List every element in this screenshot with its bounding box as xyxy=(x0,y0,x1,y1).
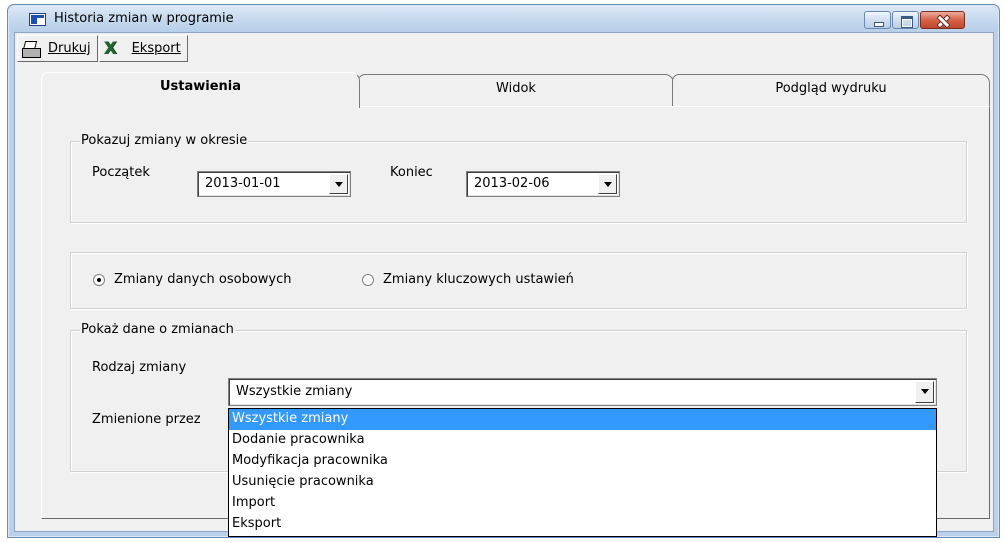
excel-icon: X xyxy=(103,38,117,59)
radio-key-settings-circle[interactable] xyxy=(362,273,374,286)
end-date-combo[interactable]: 2013-02-06 xyxy=(466,171,620,197)
dropdown-option-modify-employee[interactable]: Modyfikacja pracownika xyxy=(229,451,936,472)
title-bar[interactable]: Historia zmian w programie xyxy=(9,6,998,32)
window-title: Historia zmian w programie xyxy=(54,11,234,26)
dropdown-option-add-employee[interactable]: Dodanie pracownika xyxy=(229,430,936,451)
tab-view[interactable]: Widok xyxy=(358,74,674,106)
printer-icon xyxy=(22,41,41,58)
change-type-combo[interactable]: Wszystkie zmiany xyxy=(228,378,937,406)
end-date-label: Koniec xyxy=(390,165,433,180)
change-scope-group: Zmiany danych osobowych Zmiany kluczowyc… xyxy=(70,252,967,309)
dropdown-option-export[interactable]: Eksport xyxy=(229,514,936,535)
radio-personal-data-label: Zmiany danych osobowych xyxy=(114,272,292,287)
radio-key-settings-changes[interactable]: Zmiany kluczowych ustawień xyxy=(362,272,574,287)
export-button[interactable]: X Eksport xyxy=(98,35,188,62)
minimize-button[interactable] xyxy=(864,11,891,29)
dropdown-option-all-changes[interactable]: Wszystkie zmiany xyxy=(229,409,936,430)
end-date-dropdown-arrow[interactable] xyxy=(598,174,617,194)
toolbar: Drukuj X Eksport xyxy=(17,35,188,62)
print-button[interactable]: Drukuj xyxy=(17,35,98,62)
change-type-dropdown-arrow[interactable] xyxy=(915,381,934,403)
start-date-label: Początek xyxy=(92,165,150,180)
radio-personal-data-changes[interactable]: Zmiany danych osobowych xyxy=(93,272,291,287)
change-details-group-title: Pokaż dane o zmianach xyxy=(80,322,235,337)
end-date-value: 2013-02-06 xyxy=(474,176,550,191)
period-group: Pokazuj zmiany w okresie Początek 2013-0… xyxy=(70,133,967,223)
change-type-value: Wszystkie zmiany xyxy=(236,384,353,399)
dropdown-option-import[interactable]: Import xyxy=(229,493,936,514)
radio-personal-data-circle[interactable] xyxy=(93,273,105,286)
print-button-label: Drukuj xyxy=(48,41,91,56)
tab-settings[interactable]: Ustawienia xyxy=(41,72,360,108)
radio-key-settings-label: Zmiany kluczowych ustawień xyxy=(383,272,574,287)
changed-by-label: Zmienione przez xyxy=(92,412,201,427)
start-date-value: 2013-01-01 xyxy=(205,176,281,191)
dropdown-option-delete-employee[interactable]: Usunięcie pracownika xyxy=(229,472,936,493)
maximize-button[interactable] xyxy=(892,11,919,29)
tab-print-preview[interactable]: Podgląd wydruku xyxy=(672,74,990,106)
export-button-label: Eksport xyxy=(131,41,181,56)
change-type-label: Rodzaj zmiany xyxy=(92,360,187,375)
start-date-combo[interactable]: 2013-01-01 xyxy=(197,171,351,197)
start-date-dropdown-arrow[interactable] xyxy=(329,174,348,194)
app-window-icon xyxy=(29,13,46,26)
period-group-title: Pokazuj zmiany w okresie xyxy=(80,133,249,148)
close-button[interactable] xyxy=(920,11,965,29)
change-type-dropdown-list: Wszystkie zmiany Dodanie pracownika Mody… xyxy=(228,408,937,537)
